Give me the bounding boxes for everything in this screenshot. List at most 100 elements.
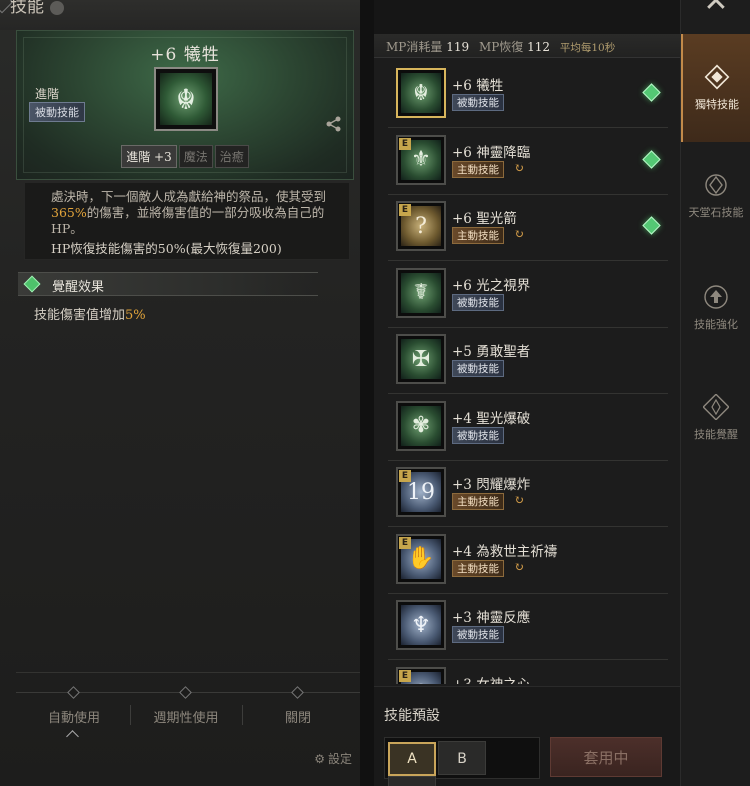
skill-glyph-icon: ✠ [401,339,441,379]
skill-name: +6 犧牲 [452,78,504,94]
tab-periodic-use[interactable]: 週期性使用 [131,707,241,726]
settings-label: 設定 [327,752,352,766]
awaken-effect-text: 技能傷害值增加5% [34,304,146,323]
mp-info-bar: MP消耗量 119 MP恢復 112 平均每10秒 [374,34,680,58]
usage-mode-tabs: 自動使用 週期性使用 關閉 [16,686,360,738]
equipped-gem-icon [642,83,661,102]
tab-marker-icon [291,686,304,699]
equipped-gem-icon [642,149,661,169]
nav-heaven-stone-skill[interactable]: 天堂石技能 [681,172,750,280]
left-divider [16,672,360,673]
skill-detail-panel: 技能 +6 犧牲 進階 被動技能 ☬ 進階 +3 魔法 治癒 處決時，下一個敵人… [0,0,372,786]
nav-skill-awaken[interactable]: 技能覺醒 [681,394,750,502]
skill-type-tag: 被動技能 [29,102,85,122]
skill-row[interactable]: ☬ +6 犧牲 被動技能 [388,62,668,128]
skill-glyph-icon: ☬ [401,73,441,113]
nav-label: 技能強化 [694,318,738,331]
skill-header-card: +6 犧牲 進階 被動技能 ☬ 進階 +3 魔法 治癒 [16,30,354,180]
skill-icon: ♆ [396,600,446,650]
side-navigation: ✕ 獨特技能 天堂石技能 技能強化 技能覺醒 [680,0,750,786]
skill-name: +5 勇敢聖者 [452,344,531,360]
mp-cost-value: 119 [446,40,470,54]
skill-name: +6 聖光箭 [452,211,517,227]
skill-row[interactable]: ? E +6 聖光箭 主動技能 ↻ [388,195,668,261]
preset-title: 技能預設 [384,708,440,724]
nav-skill-upgrade[interactable]: 技能強化 [681,284,750,392]
desc-text-a: 處決時，下一個敵人成為獻給神的祭品，使其受到 [51,189,327,204]
skill-upgrade-icon [704,285,728,309]
window-title-text: 技能 [10,0,44,17]
apply-preset-button[interactable]: 套用中 [550,737,662,777]
equipped-gem-icon [642,216,661,235]
desc-text-b: 的傷害，並將傷害值的一部分吸收為自己的HP。 [51,205,325,236]
nav-label: 技能覺醒 [694,428,738,441]
skill-icon: ✋ E [396,533,446,584]
skill-row[interactable]: ⚜ E +6 神靈降臨 主動技能 ↻ [388,129,668,195]
skill-icon: ✠ [396,334,446,384]
skill-list-panel: MP消耗量 119 MP恢復 112 平均每10秒 ☬ +6 犧牲被動技能 ⚜ E +6… [374,0,680,786]
skill-row[interactable]: ✾ +4 聖光爆破 被動技能 [388,395,668,461]
preset-c-button[interactable]: C [388,776,436,786]
preset-a-button[interactable]: A [388,742,436,776]
right-header [374,0,680,34]
skill-description: 處決時，下一個敵人成為獻給神的祭品，使其受到365%的傷害，並將傷害值的一部分吸… [24,182,350,260]
help-icon[interactable] [50,0,64,15]
skill-icon: ✾ [396,400,446,451]
skill-type-tag: 主動技能 [452,227,504,244]
awaken-title: 覺醒效果 [52,280,105,295]
skill-type-tag: 主動技能 [452,559,504,577]
cycle-icon: ↻ [514,227,525,241]
skill-tags: 進階 +3 魔法 治癒 [17,145,353,168]
skill-icon: ◉E [396,666,446,684]
equip-badge-icon: E [399,204,411,216]
skill-icon: ⚜ E [396,134,446,185]
skill-type-tag: 被動技能 [452,626,504,643]
equip-badge-icon: E [399,536,411,549]
skill-awaken-icon [703,394,729,420]
awaken-effect-header: 覺醒效果 [18,272,318,296]
skill-icon: 19 E [396,467,446,517]
skill-icon: ☬ [396,68,446,118]
nav-unique-skill[interactable]: 獨特技能 [681,34,750,142]
mp-regen-value: 112 [527,40,551,54]
cycle-icon: ↻ [514,559,525,574]
tag-pill-1: 魔法 [178,145,213,168]
sacrifice-emblem-icon: ☬ [160,73,212,125]
tab-auto-use[interactable]: 自動使用 [19,707,129,726]
skill-type-tag: 被動技能 [452,293,504,311]
skill-name: +6 光之視界 [452,277,531,294]
panel-divider [360,0,374,786]
settings-button[interactable]: ⚙ 設定 [314,750,352,767]
skill-row[interactable]: ✠ +5 勇敢聖者 被動技能 [388,328,668,394]
close-icon[interactable]: ✕ [699,0,733,24]
skill-type-tag: 主動技能 [452,493,504,510]
tag-pill-0: 進階 +3 [121,145,177,168]
skill-name: +6 犧牲 [150,45,220,65]
skill-type-tag: 主動技能 [452,160,504,178]
skill-row[interactable]: 19 E +3 閃耀爆炸 主動技能 ↻ [388,461,668,527]
window-title: 技能 [10,0,64,17]
skill-icon: ? E [396,201,446,251]
skill-row[interactable]: ◉E +3 女神之心 [388,661,668,685]
tab-off[interactable]: 關閉 [243,707,353,726]
equip-badge-icon: E [399,137,411,150]
tag-pill-2: 治癒 [214,145,249,168]
preset-b-button[interactable]: B [438,741,486,775]
heaven-stone-icon [705,174,727,196]
skill-row[interactable]: ✋ E +4 為救世主祈禱 主動技能 ↻ [388,528,668,594]
equip-badge-icon: E [399,669,411,682]
nav-label: 獨特技能 [695,98,739,111]
skill-glyph-icon: ☤ [401,272,441,313]
description-line-1: 處決時，下一個敵人成為獻給神的祭品，使其受到365%的傷害，並將傷害值的一部分吸… [51,189,341,237]
skill-row[interactable]: ♆ +3 神靈反應 被動技能 [388,594,668,660]
awaken-gem-icon [23,275,41,293]
desc-damage-value: 365% [51,205,87,220]
unique-skill-icon [704,64,730,90]
skill-name: +3 女神之心 [452,673,530,685]
skill-name: +3 閃耀爆炸 [452,477,531,493]
tab-marker-icon [67,686,80,699]
skill-row[interactable]: ☤ +6 光之視界 被動技能 [388,262,668,328]
share-icon[interactable] [325,115,343,133]
cycle-icon: ↻ [514,160,525,175]
skill-glyph-icon: ✾ [401,405,441,446]
